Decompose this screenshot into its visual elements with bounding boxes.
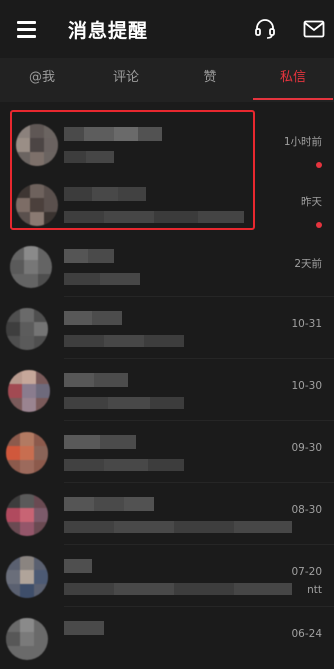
avatar	[6, 494, 48, 536]
divider	[64, 482, 334, 483]
headset-icon[interactable]	[254, 18, 276, 40]
message-time: 06-24	[291, 628, 322, 640]
page-title: 消息提醒	[68, 20, 149, 42]
mail-envelope-icon[interactable]	[303, 20, 325, 38]
annotation-highlight-box	[10, 110, 255, 230]
message-preview-blurred	[64, 335, 184, 347]
contact-name-blurred	[64, 621, 104, 635]
message-time: 10-30	[291, 380, 322, 392]
message-time: 1小时前	[283, 136, 322, 148]
message-time: 10-31	[291, 318, 322, 330]
contact-name-blurred	[64, 559, 92, 573]
divider	[64, 606, 334, 607]
conversation-row[interactable]: 10-30	[0, 360, 334, 421]
message-time: 昨天	[301, 196, 322, 208]
contact-name-blurred	[64, 373, 128, 387]
tab-comments[interactable]: 评论	[84, 58, 168, 100]
hamburger-menu-icon[interactable]	[17, 21, 36, 38]
avatar	[10, 246, 52, 288]
top-bar: 消息提醒	[0, 0, 334, 58]
message-preview-blurred	[64, 459, 184, 471]
divider	[64, 420, 334, 421]
contact-name-blurred	[64, 311, 122, 325]
conversation-row[interactable]: 08-30	[0, 484, 334, 545]
message-preview-blurred	[64, 583, 292, 595]
avatar	[8, 370, 50, 412]
divider	[64, 296, 334, 297]
tab-bar: @我 评论 赞 私信	[0, 58, 334, 102]
message-preview-blurred	[64, 521, 292, 533]
conversation-list[interactable]: 1小时前 昨天 2天前 10-31 10-30 09-30 08-30 07-2…	[0, 102, 334, 660]
avatar	[6, 308, 48, 350]
unread-dot	[316, 162, 322, 168]
conversation-row[interactable]: 10-31	[0, 298, 334, 359]
message-time: 2天前	[294, 258, 322, 270]
divider	[64, 544, 334, 545]
tab-mentions[interactable]: @我	[0, 58, 84, 100]
message-preview-blurred	[64, 273, 140, 285]
active-tab-indicator	[253, 98, 333, 100]
truncated-preview-text: ntt	[307, 584, 322, 596]
message-preview-blurred	[64, 397, 184, 409]
contact-name-blurred	[64, 435, 136, 449]
conversation-row[interactable]: 2天前	[0, 236, 334, 297]
conversation-row[interactable]: 06-24	[0, 608, 334, 669]
avatar	[6, 432, 48, 474]
divider	[64, 358, 334, 359]
unread-dot	[316, 222, 322, 228]
contact-name-blurred	[64, 249, 114, 263]
tab-private-messages[interactable]: 私信	[252, 58, 334, 100]
avatar	[6, 618, 48, 660]
avatar	[6, 556, 48, 598]
message-time: 08-30	[291, 504, 322, 516]
tab-likes[interactable]: 赞	[168, 58, 252, 100]
message-time: 07-20	[291, 566, 322, 578]
message-time: 09-30	[291, 442, 322, 454]
conversation-row[interactable]: 09-30	[0, 422, 334, 483]
conversation-row[interactable]: 07-20 ntt	[0, 546, 334, 607]
contact-name-blurred	[64, 497, 154, 511]
